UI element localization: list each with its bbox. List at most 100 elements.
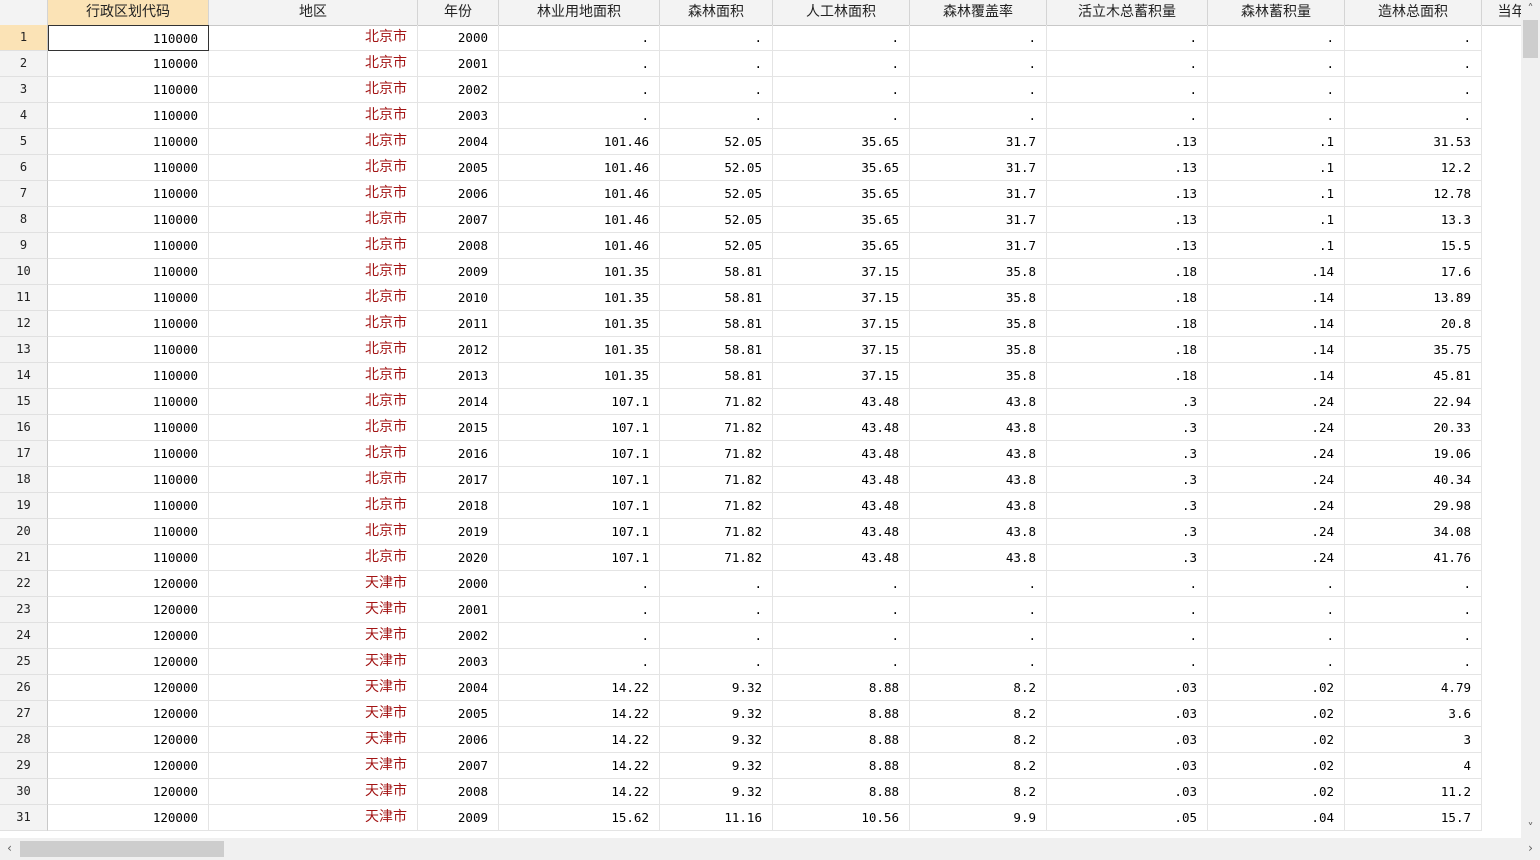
row-number[interactable]: 16 xyxy=(0,415,48,441)
cell-col-forest-area[interactable]: . xyxy=(660,649,773,675)
cell-col-afforestation-area[interactable]: 4.79 xyxy=(1345,675,1482,701)
row-number[interactable]: 27 xyxy=(0,701,48,727)
cell-col-standing-stock[interactable]: .13 xyxy=(1047,155,1208,181)
cell-col-forest-coverage[interactable]: 8.2 xyxy=(910,753,1047,779)
cell-col-afforestation-area[interactable]: 17.6 xyxy=(1345,259,1482,285)
cell-col-forestry-land-area[interactable]: . xyxy=(499,623,660,649)
cell-col-region[interactable]: 北京市 xyxy=(209,415,418,441)
cell-col-forest-coverage[interactable]: . xyxy=(910,51,1047,77)
cell-col-region[interactable]: 天津市 xyxy=(209,727,418,753)
cell-col-year[interactable]: 2007 xyxy=(418,207,499,233)
cell-col-year[interactable]: 2005 xyxy=(418,155,499,181)
cell-col-afforestation-area[interactable]: 35.75 xyxy=(1345,337,1482,363)
cell-col-standing-stock[interactable]: . xyxy=(1047,649,1208,675)
cell-col-standing-stock[interactable]: .03 xyxy=(1047,727,1208,753)
cell-col-forest-stock[interactable]: .1 xyxy=(1208,129,1345,155)
table-row[interactable]: 6 110000 北京市 2005 101.46 52.05 35.65 31.7.13.1 1… xyxy=(0,155,1521,181)
cell-col-year[interactable]: 2014 xyxy=(418,389,499,415)
cell-col-plantation-area[interactable]: 43.48 xyxy=(773,441,910,467)
row-number[interactable]: 19 xyxy=(0,493,48,519)
vertical-scroll-thumb[interactable] xyxy=(1523,20,1538,58)
table-row[interactable]: 24 120000 天津市 2002....... xyxy=(0,623,1521,649)
cell-col-forestry-land-area[interactable]: 101.35 xyxy=(499,311,660,337)
cell-col-standing-stock[interactable]: .18 xyxy=(1047,311,1208,337)
cell-col-forest-stock[interactable]: .24 xyxy=(1208,415,1345,441)
cell-col-afforestation-area[interactable]: 12.2 xyxy=(1345,155,1482,181)
cell-col-plantation-area[interactable]: 43.48 xyxy=(773,545,910,571)
table-row[interactable]: 31 120000 天津市 2009 15.62 11.16 10.56 9.9.05.04 1… xyxy=(0,805,1521,831)
row-number[interactable]: 28 xyxy=(0,727,48,753)
cell-col-standing-stock[interactable]: . xyxy=(1047,597,1208,623)
table-row[interactable]: 1 110000 北京市 2000....... xyxy=(0,25,1521,51)
cell-col-forestry-land-area[interactable]: 101.46 xyxy=(499,155,660,181)
cell-col-region[interactable]: 天津市 xyxy=(209,805,418,831)
cell-col-year[interactable]: 2017 xyxy=(418,467,499,493)
cell-col-region[interactable]: 北京市 xyxy=(209,389,418,415)
cell-col-standing-stock[interactable]: .13 xyxy=(1047,129,1208,155)
cell-col-admin-code[interactable]: 110000 xyxy=(48,233,209,259)
cell-col-forest-area[interactable]: . xyxy=(660,103,773,129)
table-row[interactable]: 19 110000 北京市 2018 107.1 71.82 43.48 43.8.3.24 2… xyxy=(0,493,1521,519)
cell-col-region[interactable]: 北京市 xyxy=(209,285,418,311)
cell-col-forest-coverage[interactable]: 31.7 xyxy=(910,155,1047,181)
table-row[interactable]: 5 110000 北京市 2004 101.46 52.05 35.65 31.7.13.1 3… xyxy=(0,129,1521,155)
cell-col-plantation-area[interactable]: 43.48 xyxy=(773,467,910,493)
cell-col-forestry-land-area[interactable]: . xyxy=(499,25,660,51)
cell-col-plantation-area[interactable]: . xyxy=(773,25,910,51)
cell-col-standing-stock[interactable]: .13 xyxy=(1047,233,1208,259)
cell-col-year[interactable]: 2016 xyxy=(418,441,499,467)
row-number[interactable]: 4 xyxy=(0,103,48,129)
cell-col-admin-code[interactable]: 110000 xyxy=(48,77,209,103)
cell-col-standing-stock[interactable]: .05 xyxy=(1047,805,1208,831)
cell-col-forestry-land-area[interactable]: 107.1 xyxy=(499,441,660,467)
cell-col-standing-stock[interactable]: . xyxy=(1047,25,1208,51)
cell-col-region[interactable]: 北京市 xyxy=(209,545,418,571)
cell-col-admin-code[interactable]: 120000 xyxy=(48,779,209,805)
cell-col-forest-coverage[interactable]: 35.8 xyxy=(910,311,1047,337)
horizontal-scroll-thumb[interactable] xyxy=(20,841,224,857)
cell-col-plantation-area[interactable]: 8.88 xyxy=(773,675,910,701)
cell-col-standing-stock[interactable]: .03 xyxy=(1047,779,1208,805)
cell-col-afforestation-area[interactable]: 15.5 xyxy=(1345,233,1482,259)
cell-col-plantation-area[interactable]: 37.15 xyxy=(773,363,910,389)
row-number[interactable]: 12 xyxy=(0,311,48,337)
cell-col-plantation-area[interactable]: 43.48 xyxy=(773,415,910,441)
cell-col-forest-coverage[interactable]: 9.9 xyxy=(910,805,1047,831)
cell-col-standing-stock[interactable]: .3 xyxy=(1047,441,1208,467)
cell-col-afforestation-area[interactable]: 45.81 xyxy=(1345,363,1482,389)
column-header-col-forest-stock[interactable]: 森林蓄积量 xyxy=(1208,0,1345,25)
row-number[interactable]: 5 xyxy=(0,129,48,155)
cell-col-forest-area[interactable]: . xyxy=(660,51,773,77)
cell-col-standing-stock[interactable]: .3 xyxy=(1047,519,1208,545)
table-row[interactable]: 26 120000 天津市 2004 14.22 9.32 8.88 8.2.03.02 4.7… xyxy=(0,675,1521,701)
cell-col-region[interactable]: 天津市 xyxy=(209,701,418,727)
cell-col-year[interactable]: 2009 xyxy=(418,259,499,285)
cell-col-admin-code[interactable]: 110000 xyxy=(48,545,209,571)
cell-col-forest-coverage[interactable]: 8.2 xyxy=(910,701,1047,727)
cell-col-forest-stock[interactable]: .24 xyxy=(1208,389,1345,415)
cell-col-admin-code[interactable]: 110000 xyxy=(48,181,209,207)
cell-col-region[interactable]: 天津市 xyxy=(209,649,418,675)
cell-col-forest-coverage[interactable]: 35.8 xyxy=(910,363,1047,389)
column-header-col-current-year[interactable]: 当年 xyxy=(1482,0,1522,25)
cell-col-forest-area[interactable]: 9.32 xyxy=(660,701,773,727)
cell-col-admin-code[interactable]: 120000 xyxy=(48,649,209,675)
cell-col-standing-stock[interactable]: .13 xyxy=(1047,181,1208,207)
cell-col-forestry-land-area[interactable]: 14.22 xyxy=(499,701,660,727)
cell-col-forestry-land-area[interactable]: 15.62 xyxy=(499,805,660,831)
cell-col-plantation-area[interactable]: . xyxy=(773,51,910,77)
cell-col-plantation-area[interactable]: 43.48 xyxy=(773,389,910,415)
cell-col-admin-code[interactable]: 120000 xyxy=(48,597,209,623)
cell-col-afforestation-area[interactable]: . xyxy=(1345,571,1482,597)
row-number[interactable]: 1 xyxy=(0,25,48,51)
cell-col-forest-coverage[interactable]: 43.8 xyxy=(910,519,1047,545)
cell-col-forest-stock[interactable]: .04 xyxy=(1208,805,1345,831)
cell-col-plantation-area[interactable]: 35.65 xyxy=(773,155,910,181)
cell-col-region[interactable]: 天津市 xyxy=(209,675,418,701)
cell-col-forest-coverage[interactable]: . xyxy=(910,25,1047,51)
cell-col-region[interactable]: 北京市 xyxy=(209,493,418,519)
cell-col-standing-stock[interactable]: . xyxy=(1047,77,1208,103)
cell-col-admin-code[interactable]: 110000 xyxy=(48,311,209,337)
cell-col-forest-stock[interactable]: . xyxy=(1208,77,1345,103)
row-number[interactable]: 31 xyxy=(0,805,48,831)
